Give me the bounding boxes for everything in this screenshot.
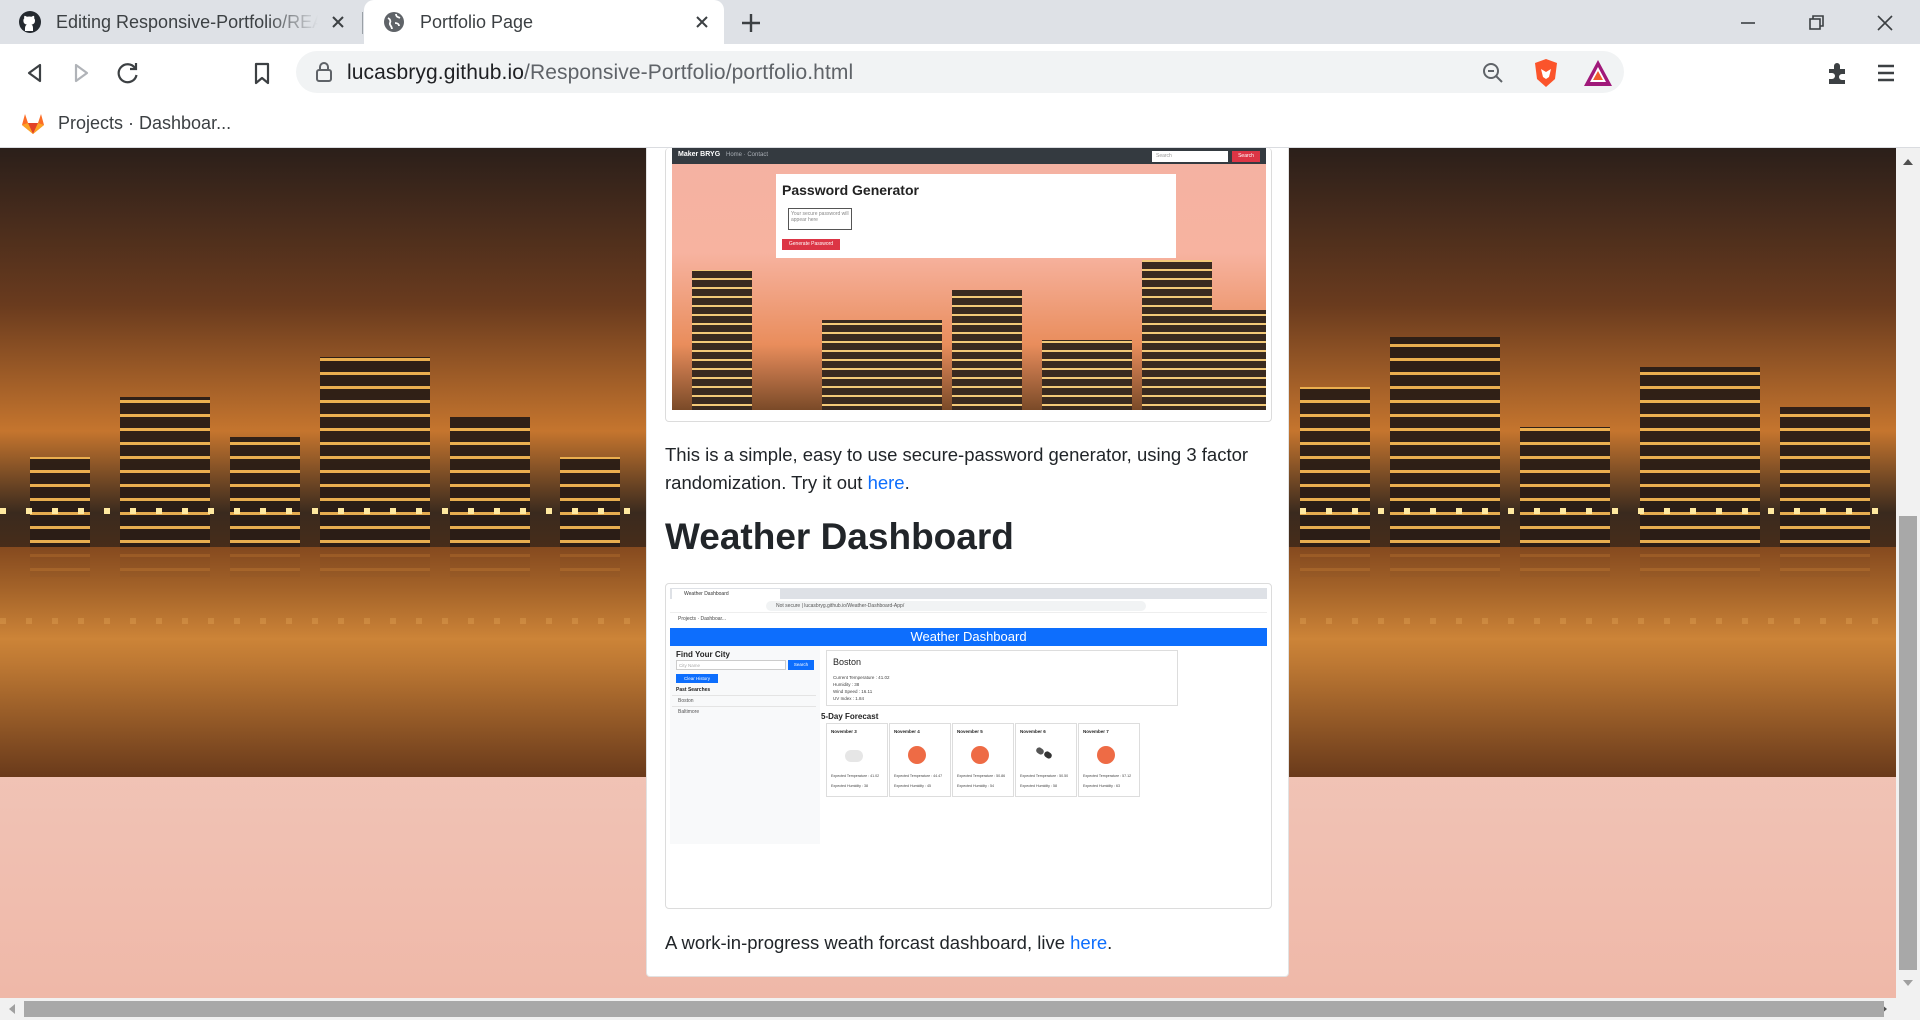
password-generator-screenshot[interactable]: Maker BRYG Home · Contact Search Search … (672, 148, 1266, 410)
cloud-icon (845, 750, 863, 762)
mini-forecast-card: November 5 Expected Temperature : 50.86 … (952, 723, 1014, 797)
mini-clear-button: Clear History (676, 674, 718, 683)
mini-search-button: Search (1232, 151, 1260, 162)
globe-icon (382, 10, 406, 34)
mini-url: Not secure | lucasbryg.github.io/Weather… (766, 601, 1146, 611)
mini-tab: Weather Dashboard (672, 589, 780, 599)
mini-brand: Maker BRYG (678, 151, 721, 158)
mini-title: Password Generator (782, 182, 919, 198)
tab-divider (362, 12, 363, 34)
mini-forecast-title: 5-Day Forecast (821, 712, 879, 721)
gitlab-icon (20, 111, 46, 135)
restore-button[interactable] (1799, 6, 1833, 40)
forecast-temp: Expected Temperature : 50.50 (1020, 774, 1069, 778)
close-icon[interactable] (692, 12, 712, 32)
mini-forecast-card: November 3 Expected Temperature : 41.02 … (826, 723, 888, 797)
weather-dashboard-screenshot[interactable]: Weather Dashboard Not secure | lucasbryg… (670, 588, 1267, 844)
brave-rewards-icon[interactable] (1582, 58, 1614, 88)
forecast-date: November 5 (957, 729, 983, 734)
description-period: . (1107, 932, 1113, 953)
project-heading-weather: Weather Dashboard (665, 516, 1014, 557)
reload-button[interactable] (113, 58, 143, 88)
mini-search-input: Search (1152, 151, 1228, 162)
forecast-humidity: Expected Humidity : 45 (894, 784, 931, 788)
mini-forecast-card: November 6 Expected Temperature : 50.50 … (1015, 723, 1077, 797)
mini-banner: Weather Dashboard (670, 628, 1267, 646)
extensions-icon[interactable] (1824, 59, 1852, 87)
project-panel: Maker BRYG Home · Contact Search Search … (646, 148, 1289, 977)
mini-forecast-card: November 4 Expected Temperature : 44.47 … (889, 723, 951, 797)
forecast-temp: Expected Temperature : 57.12 (1083, 774, 1132, 778)
forecast-date: November 4 (894, 729, 920, 734)
tab-portfolio[interactable]: Portfolio Page (364, 0, 724, 44)
mini-past-item: Baltimore (672, 706, 816, 716)
forecast-temp: Expected Temperature : 41.02 (831, 774, 880, 778)
mini-current: Current Temperature : 41.02 (833, 675, 890, 680)
forecast-date: November 6 (1020, 729, 1046, 734)
url-text[interactable]: lucasbryg.github.io/Responsive-Portfolio… (347, 61, 853, 85)
mini-current: UV Index : 1.84 (833, 696, 865, 701)
github-icon (18, 10, 42, 34)
forecast-date: November 7 (1083, 729, 1109, 734)
project-card-password: Maker BRYG Home · Contact Search Search … (665, 148, 1272, 422)
mini-find-title: Find Your City (676, 650, 730, 659)
weather-live-link[interactable]: here (1070, 932, 1107, 953)
zoom-icon[interactable] (1480, 60, 1506, 86)
project-description-password: This is a simple, easy to use secure-pas… (665, 441, 1272, 496)
mini-current: Humidity : 38 (833, 682, 860, 687)
scroll-down-arrow[interactable] (1896, 972, 1920, 992)
bookmark-label: Projects · Dashboar... (58, 112, 232, 133)
forward-button[interactable] (66, 58, 96, 88)
url-host: lucasbryg.github.io (347, 61, 525, 84)
new-tab-button[interactable] (736, 8, 766, 38)
minimize-button[interactable] (1731, 6, 1765, 40)
forecast-date: November 3 (831, 729, 857, 734)
mini-past-item: Boston (672, 695, 816, 705)
forecast-temp: Expected Temperature : 44.47 (894, 774, 943, 778)
description-text: This is a simple, easy to use secure-pas… (665, 444, 1249, 493)
menu-icon[interactable] (1873, 60, 1899, 86)
sun-icon (908, 746, 926, 764)
url-path: /Responsive-Portfolio/portfolio.html (524, 61, 854, 84)
vertical-scrollbar-thumb[interactable] (1899, 516, 1917, 970)
close-window-button[interactable] (1868, 6, 1902, 40)
lock-icon[interactable] (314, 61, 334, 83)
bookmarks-bar (0, 100, 1920, 148)
forecast-humidity: Expected Humidity : 38 (831, 784, 868, 788)
mini-city-input: City Name (676, 660, 786, 670)
forecast-temp: Expected Temperature : 50.86 (957, 774, 1006, 778)
horizontal-scrollbar-thumb[interactable] (24, 1001, 1884, 1017)
tab-title: Portfolio Page (420, 11, 534, 32)
sun-icon (971, 746, 989, 764)
mini-forecast-card: November 7 Expected Temperature : 57.12 … (1078, 723, 1140, 797)
mini-city-name: Boston (833, 657, 862, 667)
close-icon[interactable] (328, 12, 348, 32)
mini-generate-button: Generate Password (782, 239, 840, 250)
mini-bookmark: Projects · Dashboar... (678, 616, 727, 622)
storm-icon (1034, 746, 1054, 760)
mini-nav-links: Home · Contact (726, 152, 769, 158)
tab-title: Editing Responsive-Portfolio/README.md (56, 11, 318, 32)
tab-readme[interactable]: Editing Responsive-Portfolio/README.md (0, 0, 360, 44)
project-description-weather: A work-in-progress weath forcast dashboa… (665, 929, 1272, 957)
mini-past-title: Past Searches (676, 687, 711, 693)
bookmark-icon[interactable] (247, 58, 277, 88)
mini-search-button: Search (788, 660, 814, 670)
forecast-humidity: Expected Humidity : 58 (1020, 784, 1057, 788)
description-period: . (904, 471, 910, 493)
forecast-humidity: Expected Humidity : 54 (957, 784, 994, 788)
brave-shield-icon[interactable] (1530, 57, 1562, 89)
back-button[interactable] (20, 58, 50, 88)
mini-password-textarea: Your secure password will appear here (788, 208, 852, 230)
sun-icon (1097, 746, 1115, 764)
forecast-humidity: Expected Humidity : 63 (1083, 784, 1120, 788)
project-card-weather: Weather Dashboard Not secure | lucasbryg… (665, 583, 1272, 909)
password-live-link[interactable]: here (868, 472, 905, 493)
bookmark-projects[interactable]: Projects · Dashboar... (20, 108, 231, 138)
mini-current: Wind Speed : 16.11 (833, 689, 873, 694)
page-viewport: Maker BRYG Home · Contact Search Search … (0, 148, 1896, 998)
description-text: A work-in-progress weath forcast dashboa… (665, 932, 1071, 953)
